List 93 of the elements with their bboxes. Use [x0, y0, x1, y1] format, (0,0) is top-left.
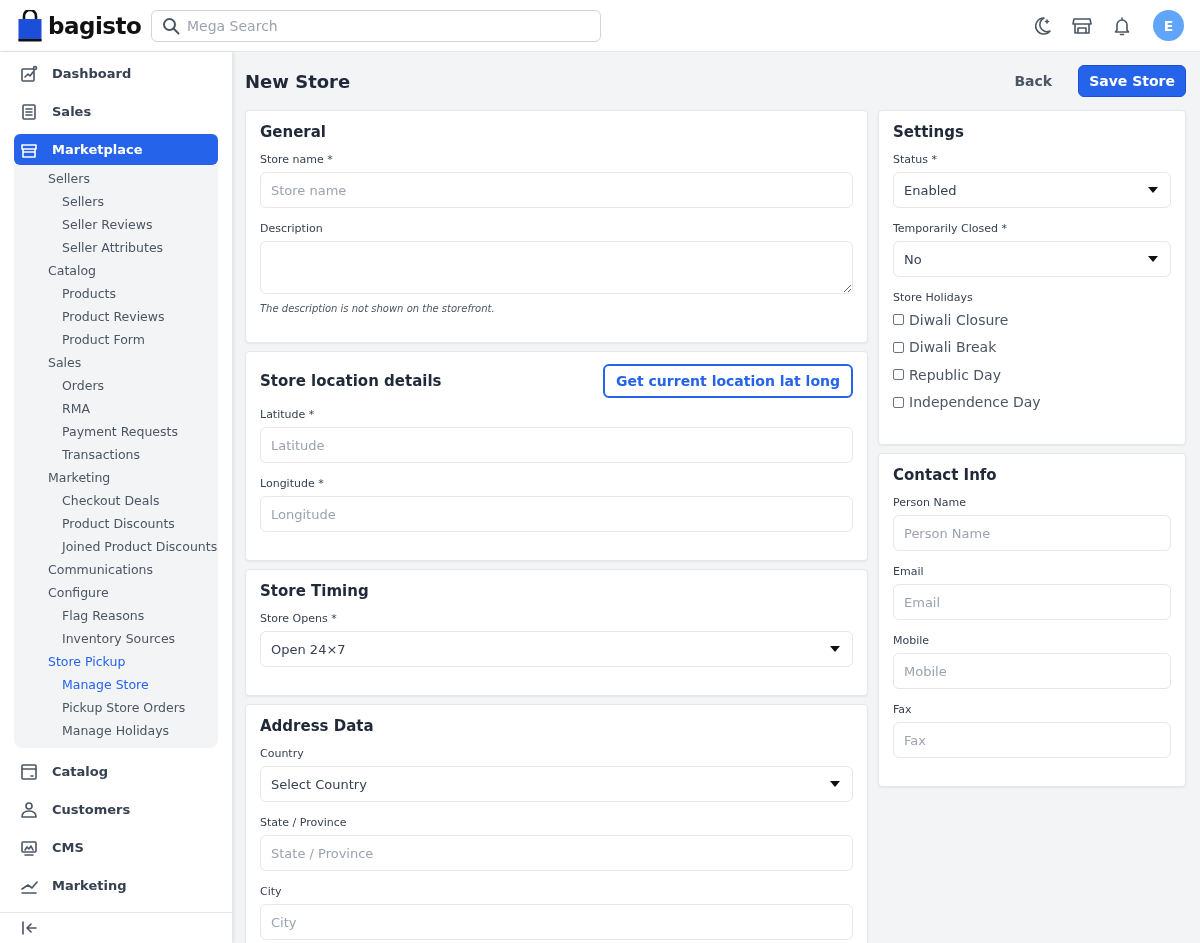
- checkbox[interactable]: [893, 341, 904, 353]
- person-icon: [20, 800, 38, 819]
- sidebar-item[interactable]: Catalog: [14, 756, 218, 787]
- submenu-item[interactable]: Sellers: [14, 190, 218, 213]
- checkbox-label: Diwali Closure: [909, 311, 1009, 328]
- field-label: Latitude *: [260, 408, 316, 421]
- sidebar-item[interactable]: CMS: [14, 832, 218, 863]
- field-label: State / Province: [260, 816, 348, 829]
- sidebar-item[interactable]: Customers: [14, 794, 218, 825]
- caret-icon: [830, 646, 840, 652]
- field-label: Longitude *: [260, 477, 325, 490]
- caret-icon: [1148, 187, 1158, 193]
- field-label: Country: [260, 747, 305, 760]
- sidebar-item[interactable]: Sales: [14, 96, 218, 127]
- card-title: Contact Info: [893, 466, 998, 484]
- field-label: Temporarily Closed *: [893, 222, 1008, 235]
- submenu-item[interactable]: Sellers: [14, 167, 218, 190]
- checkbox-label: Independence Day: [909, 394, 1041, 411]
- collapse-icon[interactable]: [20, 919, 38, 937]
- checkbox-label: Republic Day: [909, 366, 1001, 383]
- submenu-item[interactable]: Manage Store: [14, 673, 218, 696]
- submenu-item[interactable]: Orders: [14, 374, 218, 397]
- input-field[interactable]: Person Name: [893, 515, 1171, 551]
- submenu-item[interactable]: Seller Reviews: [14, 213, 218, 236]
- window-icon: [20, 762, 38, 781]
- back-button[interactable]: Back: [1002, 65, 1065, 97]
- sidebar-item[interactable]: Dashboard: [14, 58, 218, 89]
- submenu-item[interactable]: RMA: [14, 397, 218, 420]
- submenu-item[interactable]: Checkout Deals: [14, 489, 218, 512]
- submenu-item[interactable]: Seller Attributes: [14, 236, 218, 259]
- card-title: General: [260, 123, 327, 141]
- submenu-item[interactable]: Manage Holidays: [14, 719, 218, 742]
- input-field[interactable]: State / Province: [260, 835, 853, 871]
- card-title: Settings: [893, 123, 965, 141]
- submenu-item[interactable]: Payment Requests: [14, 420, 218, 443]
- search-icon: [162, 16, 180, 35]
- save-button[interactable]: Save Store: [1078, 65, 1186, 97]
- monitor-icon: [20, 838, 38, 857]
- checkbox-label: Diwali Break: [909, 339, 997, 356]
- input-field[interactable]: Fax: [893, 722, 1171, 758]
- field-label: Store name *: [260, 153, 334, 166]
- field-label: Mobile: [893, 634, 931, 647]
- input-field[interactable]: Longitude: [260, 496, 853, 532]
- field-label: Person Name: [893, 496, 967, 509]
- checkbox[interactable]: [893, 314, 904, 326]
- field-label: Status *: [893, 153, 939, 166]
- input-field[interactable]: City: [260, 904, 853, 940]
- dropdown[interactable]: Open 24×7: [260, 631, 853, 667]
- logo-text[interactable]: bagisto: [48, 12, 142, 39]
- page-title: New Store: [245, 70, 351, 92]
- card-title: Store Timing: [260, 582, 370, 600]
- submenu-item[interactable]: Marketing: [14, 466, 218, 489]
- input-field[interactable]: Store name: [260, 172, 853, 208]
- field-label: Email: [893, 565, 925, 578]
- submenu-item[interactable]: Communications: [14, 558, 218, 581]
- document-icon: [20, 102, 38, 121]
- caret-icon: [1148, 256, 1158, 262]
- submenu-item[interactable]: Transactions: [14, 443, 218, 466]
- search-field[interactable]: Mega Search: [151, 9, 601, 42]
- submenu-item[interactable]: Product Discounts: [14, 512, 218, 535]
- submenu-item[interactable]: Product Reviews: [14, 305, 218, 328]
- field-label: City: [260, 885, 283, 898]
- location-button[interactable]: Get current location lat long: [603, 364, 853, 398]
- dropdown[interactable]: Select Country: [260, 766, 853, 802]
- caret-icon: [830, 781, 840, 787]
- shopping-bag-icon: [18, 9, 42, 42]
- input-field[interactable]: Mobile: [893, 653, 1171, 689]
- submenu-item[interactable]: Configure: [14, 581, 218, 604]
- field-label: Description: [260, 222, 324, 235]
- submenu-item[interactable]: Joined Product Discounts: [14, 535, 218, 558]
- field-label: Store Opens *: [260, 612, 338, 625]
- submenu-item[interactable]: Product Form: [14, 328, 218, 351]
- submenu-item[interactable]: Pickup Store Orders: [14, 696, 218, 719]
- field-label: Fax: [893, 703, 913, 716]
- card-title: Address Data: [260, 717, 375, 735]
- field-label: Store Holidays: [893, 291, 974, 304]
- submenu-item[interactable]: Products: [14, 282, 218, 305]
- submenu-item[interactable]: Sales: [14, 351, 218, 374]
- sidebar-item[interactable]: Marketing: [14, 870, 218, 901]
- submenu-item[interactable]: Inventory Sources: [14, 627, 218, 650]
- submenu-item[interactable]: Store Pickup: [14, 650, 218, 673]
- checkbox[interactable]: [893, 369, 904, 381]
- checkbox[interactable]: [893, 396, 904, 408]
- submenu-item[interactable]: Catalog: [14, 259, 218, 282]
- dropdown[interactable]: Enabled: [893, 172, 1171, 208]
- dropdown[interactable]: No: [893, 241, 1171, 277]
- card-title: Store location details: [260, 372, 442, 390]
- submenu-item[interactable]: Flag Reasons: [14, 604, 218, 627]
- input-field[interactable]: Latitude: [260, 427, 853, 463]
- sidebar-item[interactable]: Marketplace: [14, 134, 218, 165]
- input-field[interactable]: Email: [893, 584, 1171, 620]
- chart-icon: [20, 64, 38, 83]
- help-text: The description is not shown on the storefront.: [260, 303, 496, 314]
